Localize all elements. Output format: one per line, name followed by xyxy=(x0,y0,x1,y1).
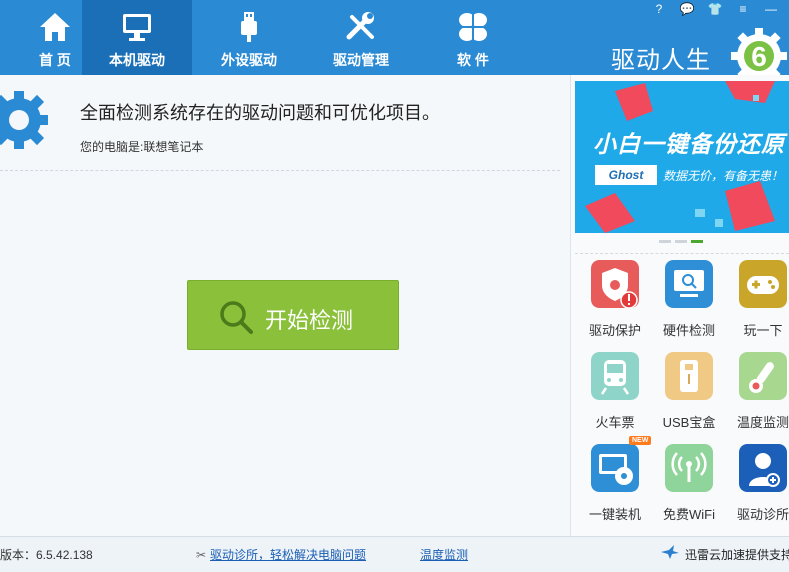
tool-hardware-check[interactable]: 硬件检测 xyxy=(651,260,727,346)
temp-monitor-link[interactable]: 温度监测 xyxy=(420,546,468,563)
train-icon xyxy=(591,352,639,400)
doctor-icon xyxy=(739,444,787,492)
scan-headline: 全面检测系统存在的驱动问题和可优化项目。 xyxy=(80,103,440,123)
tool-train-ticket[interactable]: 火车票 xyxy=(577,352,653,438)
tab-peripheral-drivers-label: 外设驱动 xyxy=(221,52,277,68)
tab-driver-management-label: 驱动管理 xyxy=(333,52,389,68)
tool-label: 硬件检测 xyxy=(662,323,715,338)
gamepad-icon xyxy=(739,260,787,308)
monitor-icon xyxy=(123,14,151,41)
tool-label: 温度监测 xyxy=(736,415,789,430)
logo-gear-icon: 6 xyxy=(731,28,787,80)
tool-free-wifi[interactable]: 免费WiFi xyxy=(651,444,727,530)
start-scan-label: 开始检测 xyxy=(265,308,354,333)
skin-button[interactable]: 👕 xyxy=(707,0,723,18)
help-button[interactable]: ? xyxy=(651,0,667,18)
carousel-dot[interactable] xyxy=(675,240,687,243)
tool-play[interactable]: 玩一下 xyxy=(725,260,789,346)
carousel-dots xyxy=(659,240,703,243)
banner-title: 小白一键备份还原 xyxy=(593,131,785,157)
main-panel: 全面检测系统存在的驱动问题和可优化项目。 您的电脑是:联想笔记本 开始检测 xyxy=(0,75,570,536)
usb-box-icon xyxy=(665,352,713,400)
usb-icon xyxy=(241,12,257,42)
monitor-search-icon xyxy=(665,260,713,308)
tab-software-label: 软 件 xyxy=(457,52,489,68)
new-badge: NEW xyxy=(629,436,652,445)
disc-install-icon xyxy=(591,444,639,492)
tool-label: 火车票 xyxy=(595,415,635,430)
tools-icon xyxy=(346,12,374,40)
window-controls: ? 💬 👕 ≡ — xyxy=(651,0,779,18)
banner-ghost-label: Ghost xyxy=(595,165,657,185)
device-info: 您的电脑是:联想笔记本 xyxy=(80,140,204,154)
divider xyxy=(575,253,789,254)
top-nav-bar: 首 页 本机驱动 外设驱动 驱动管理 软 件 ? 💬 👕 ≡ — 驱动人生 6 xyxy=(0,0,789,80)
banner-tagline: 数据无价，有备无患！ xyxy=(663,169,784,183)
version-text: 版本：6.5.42.138 xyxy=(0,548,93,562)
divider xyxy=(0,170,560,171)
carousel-dot[interactable] xyxy=(659,240,671,243)
feedback-button[interactable]: 💬 xyxy=(679,0,695,18)
thermometer-icon xyxy=(739,352,787,400)
start-scan-button[interactable]: 开始检测 xyxy=(187,280,399,350)
carousel-dot-active[interactable] xyxy=(691,240,703,243)
logo-digit: 6 xyxy=(751,41,767,72)
tool-label: USB宝盒 xyxy=(662,415,716,430)
search-icon xyxy=(220,301,253,334)
wrench-icon: ✂ xyxy=(196,548,207,562)
tool-label: 一键装机 xyxy=(588,507,641,522)
tool-label: 驱动保护 xyxy=(588,323,641,338)
menu-button[interactable]: ≡ xyxy=(735,0,751,18)
tab-driver-management[interactable]: 驱动管理 xyxy=(306,0,416,75)
tab-peripheral-drivers[interactable]: 外设驱动 xyxy=(194,0,304,75)
tab-software[interactable]: 软 件 xyxy=(418,0,528,75)
wifi-icon xyxy=(665,444,713,492)
tool-label: 驱动诊所 xyxy=(736,507,789,522)
tab-local-drivers[interactable]: 本机驱动 xyxy=(82,0,192,75)
shield-warning-icon xyxy=(591,260,639,308)
apps-icon xyxy=(458,12,488,42)
thunder-bird-icon xyxy=(661,545,679,559)
tab-local-drivers-label: 本机驱动 xyxy=(109,52,165,68)
home-icon xyxy=(40,13,70,41)
tool-usb-box[interactable]: USB宝盒 xyxy=(651,352,727,438)
status-bar: 版本：6.5.42.138 ✂ 驱动诊所，轻松解决电脑问题 温度监测 迅雷云加速提… xyxy=(0,536,789,572)
driver-clinic-link[interactable]: ✂ 驱动诊所，轻松解决电脑问题 xyxy=(196,546,366,563)
gear-icon xyxy=(0,91,48,149)
brand-name: 驱动人生 xyxy=(611,47,711,74)
tool-driver-protect[interactable]: 驱动保护 xyxy=(577,260,653,346)
tool-driver-clinic[interactable]: 驱动诊所 xyxy=(725,444,789,530)
tool-label: 免费WiFi xyxy=(663,507,715,522)
minimize-button[interactable]: — xyxy=(763,0,779,18)
accelerator-text: 迅雷云加速提供支持 xyxy=(685,548,789,562)
promo-banner[interactable]: 小白一键备份还原 Ghost 数据无价，有备无患！ xyxy=(575,81,789,233)
driver-clinic-link-label: 驱动诊所，轻松解决电脑问题 xyxy=(210,548,367,562)
tool-temp-monitor[interactable]: 温度监测 xyxy=(725,352,789,438)
tool-one-click-install[interactable]: NEW 一键装机 xyxy=(577,436,653,530)
tool-label: 玩一下 xyxy=(743,323,783,338)
side-panel: 小白一键备份还原 Ghost 数据无价，有备无患！ 驱动保护 硬件检测 玩一下 … xyxy=(571,75,789,536)
